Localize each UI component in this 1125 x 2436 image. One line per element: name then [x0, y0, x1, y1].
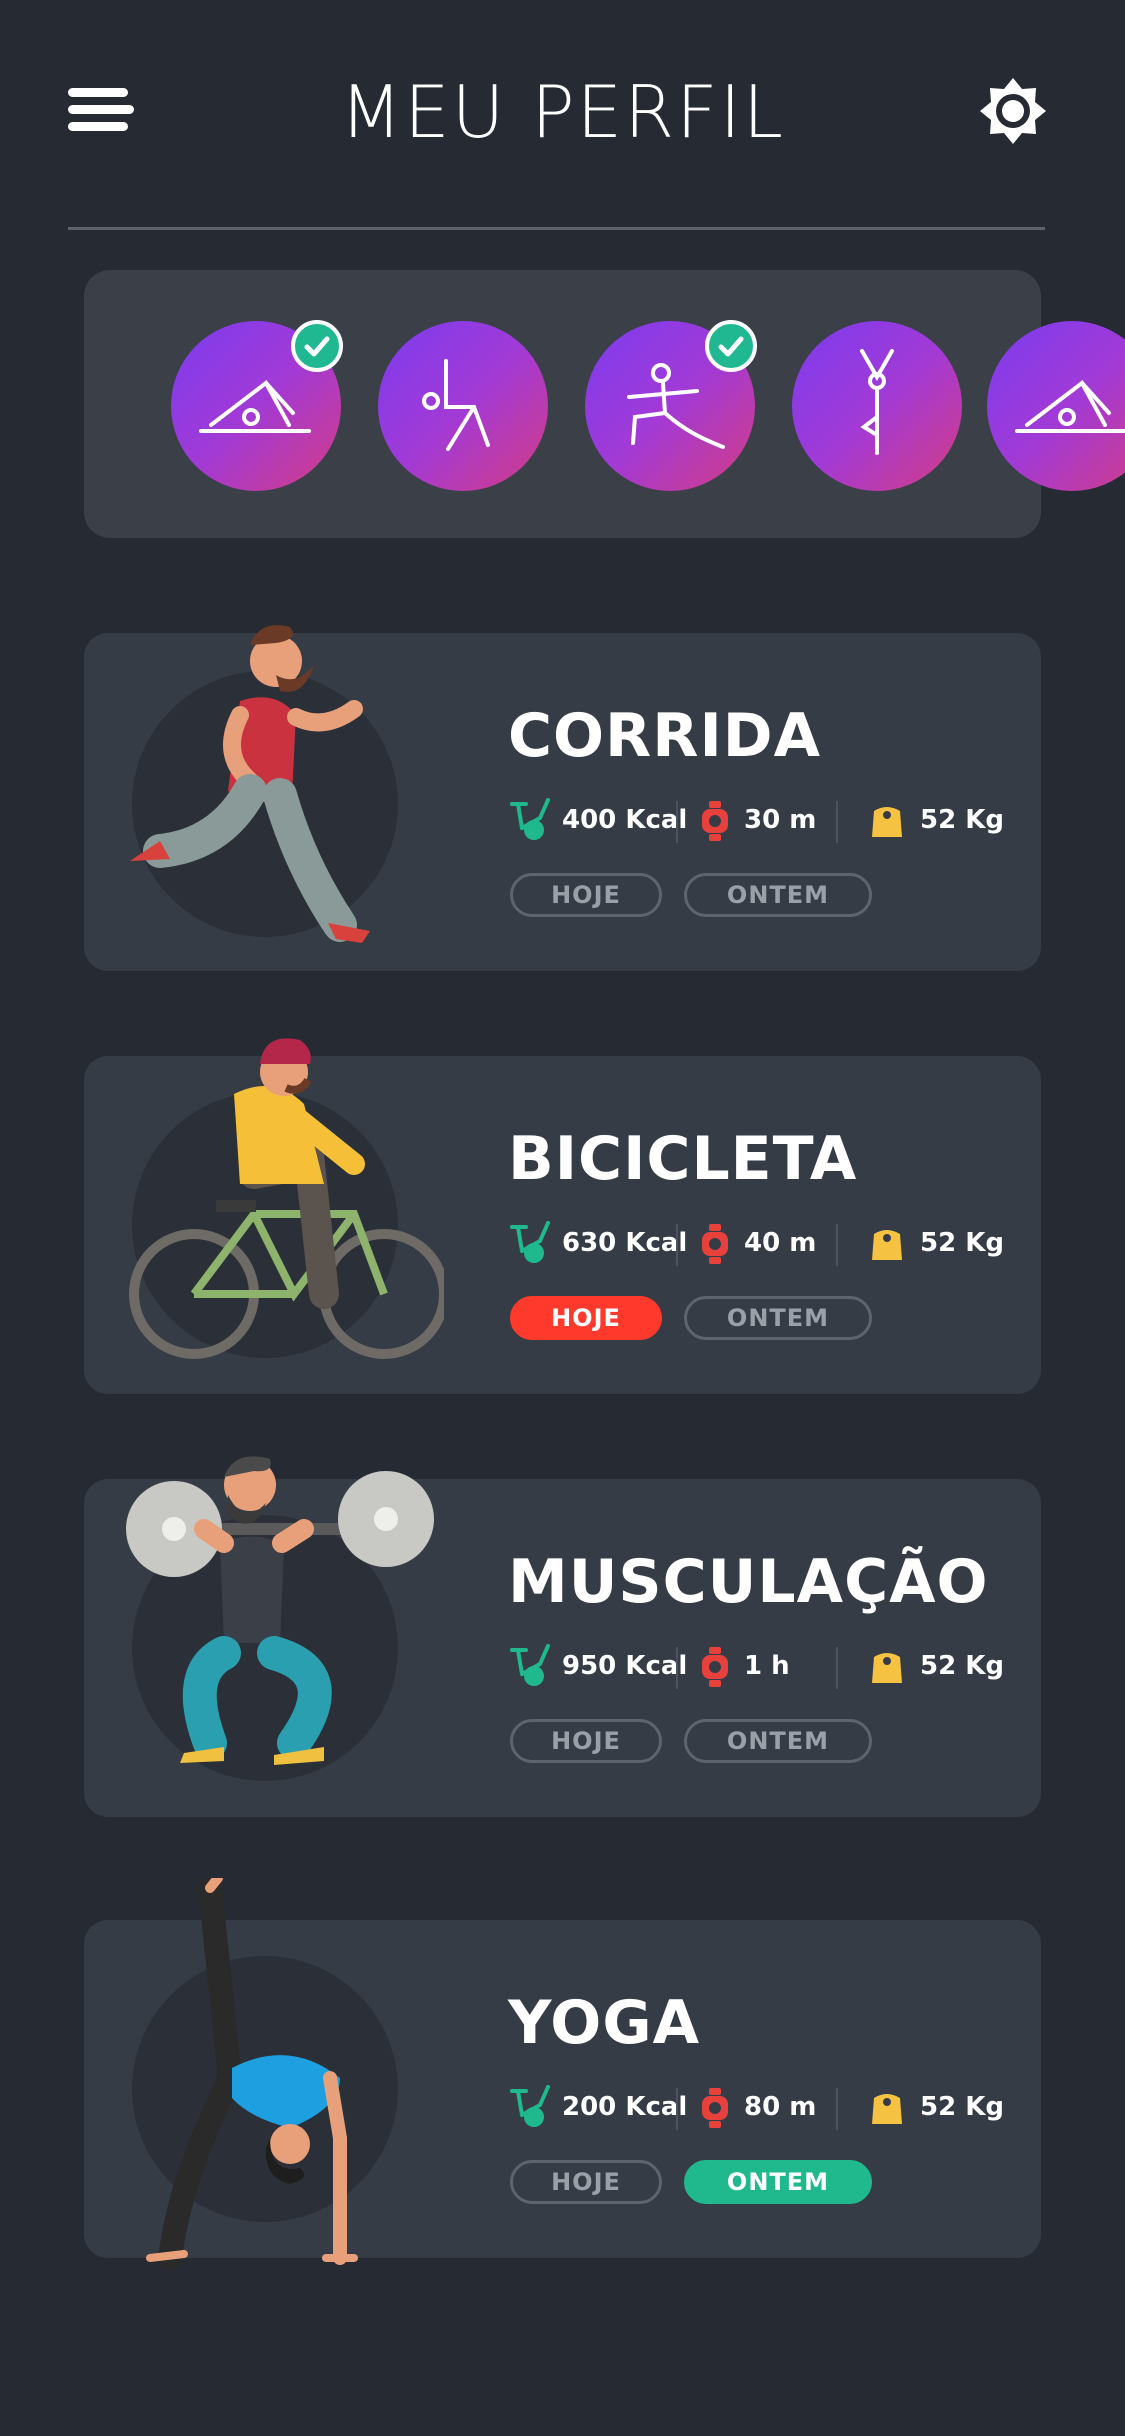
exercise-bike-icon	[510, 798, 550, 840]
yoga-pose-downward-dog-icon	[1015, 379, 1125, 433]
stat-divider	[676, 1647, 678, 1689]
carousel-item-4[interactable]	[792, 321, 962, 491]
stat-divider	[836, 801, 838, 843]
kcal-value: 630 Kcal	[562, 1228, 688, 1258]
kcal-value: 400 Kcal	[562, 805, 688, 835]
yesterday-button[interactable]: ONTEM	[684, 873, 872, 917]
today-button[interactable]: HOJE	[510, 1296, 662, 1340]
activity-card-cycling[interactable]: BICICLETA 630 Kcal 40 m 52 Kg HOJE ONTEM	[84, 1038, 1041, 1394]
stopwatch-icon	[702, 1224, 728, 1264]
carousel-item-5[interactable]	[987, 321, 1125, 491]
weight-value: 52 Kg	[920, 805, 1004, 835]
time-value: 40 m	[744, 1228, 817, 1258]
activity-card-weightlifting[interactable]: MUSCULAÇÃO 950 Kcal 1 h 52 Kg HOJE ONTEM	[84, 1456, 1041, 1817]
time-value: 80 m	[744, 2092, 817, 2122]
cyclist-illustration	[129, 1038, 444, 1359]
runner-illustration	[130, 625, 370, 943]
exercise-bike-icon	[510, 2085, 550, 2127]
weight-scale-icon	[872, 2094, 902, 2124]
yesterday-button[interactable]: ONTEM	[684, 2160, 872, 2204]
header: MEU PERFIL	[0, 0, 1125, 230]
workout-carousel[interactable]	[84, 270, 1125, 538]
exercise-bike-icon	[510, 1644, 550, 1686]
header-divider	[68, 227, 1045, 230]
weight-scale-icon	[872, 1230, 902, 1260]
stopwatch-icon	[702, 2088, 728, 2128]
weight-value: 52 Kg	[920, 1651, 1004, 1681]
completed-check-icon	[291, 320, 343, 372]
stopwatch-icon	[702, 801, 728, 841]
weight-value: 52 Kg	[920, 2092, 1004, 2122]
weightlifter-illustration	[126, 1456, 434, 1765]
stat-divider	[676, 2088, 678, 2130]
exercise-bike-icon	[510, 1221, 550, 1263]
time-value: 30 m	[744, 805, 817, 835]
activity-title: MUSCULAÇÃO	[508, 1547, 989, 1617]
stat-divider	[836, 2088, 838, 2130]
kcal-value: 950 Kcal	[562, 1651, 688, 1681]
page-title: MEU PERFIL	[340, 70, 785, 154]
stat-divider	[836, 1647, 838, 1689]
activity-title: BICICLETA	[508, 1124, 858, 1194]
today-button[interactable]: HOJE	[510, 1719, 662, 1763]
completed-check-icon	[705, 320, 757, 372]
yesterday-button[interactable]: ONTEM	[684, 1296, 872, 1340]
time-value: 1 h	[744, 1651, 790, 1681]
stat-divider	[676, 1224, 678, 1266]
yoga-pose-seated-icon	[422, 359, 490, 451]
weight-value: 52 Kg	[920, 1228, 1004, 1258]
activity-card-yoga[interactable]: YOGA 200 Kcal 80 m 52 Kg HOJE ONTEM	[84, 1878, 1041, 2270]
stopwatch-icon	[702, 1647, 728, 1687]
yesterday-button[interactable]: ONTEM	[684, 1719, 872, 1763]
activity-title: YOGA	[508, 1988, 700, 2058]
carousel-item-2[interactable]	[378, 321, 548, 491]
today-button[interactable]: HOJE	[510, 873, 662, 917]
activity-card-running[interactable]: CORRIDA 400 Kcal 30 m 52 Kg HOJE ONTEM	[84, 625, 1041, 971]
today-button[interactable]: HOJE	[510, 2160, 662, 2204]
yoga-pose-tree-icon	[860, 349, 894, 455]
kcal-value: 200 Kcal	[562, 2092, 688, 2122]
stat-divider	[836, 1224, 838, 1266]
weight-scale-icon	[872, 807, 902, 837]
yoga-pose-illustration	[146, 1878, 358, 2270]
weight-scale-icon	[872, 1653, 902, 1683]
gear-icon[interactable]	[978, 76, 1048, 146]
stat-divider	[676, 801, 678, 843]
activity-title: CORRIDA	[508, 701, 822, 771]
